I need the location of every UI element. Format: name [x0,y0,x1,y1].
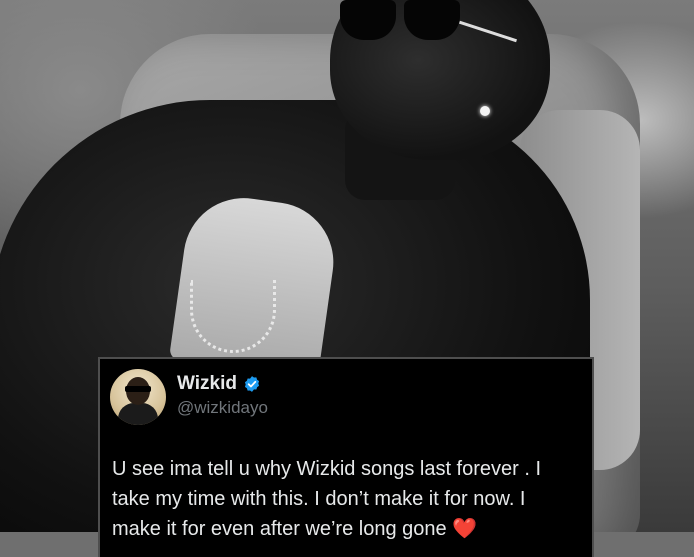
tweet-text-line-2: take my time with this. I don’t make it … [112,488,526,510]
verified-badge-icon [244,376,260,392]
author-name[interactable]: Wizkid [177,373,237,395]
tweet-text: U see ima tell u why Wizkid songs last f… [112,454,582,544]
avatar-glasses [125,386,151,392]
sunglasses [340,0,517,43]
avatar-body [118,403,158,425]
author-handle[interactable]: @wizkidayo [177,398,268,418]
sunglasses-temple [459,20,517,43]
heart-emoji-icon: ❤️ [452,518,478,540]
sunglasses-lens-right [404,0,460,40]
tweet-text-line-3: make it for even after we’re long gone [112,518,453,540]
avatar[interactable] [110,369,166,425]
tweet-card[interactable]: Wizkid @wizkidayo U see ima tell u why W… [98,357,594,557]
sunglasses-lens-left [340,0,396,40]
tweet-text-line-1: U see ima tell u why Wizkid songs last f… [112,458,542,480]
diamond-earring [480,106,490,116]
author-row: Wizkid [177,373,261,395]
